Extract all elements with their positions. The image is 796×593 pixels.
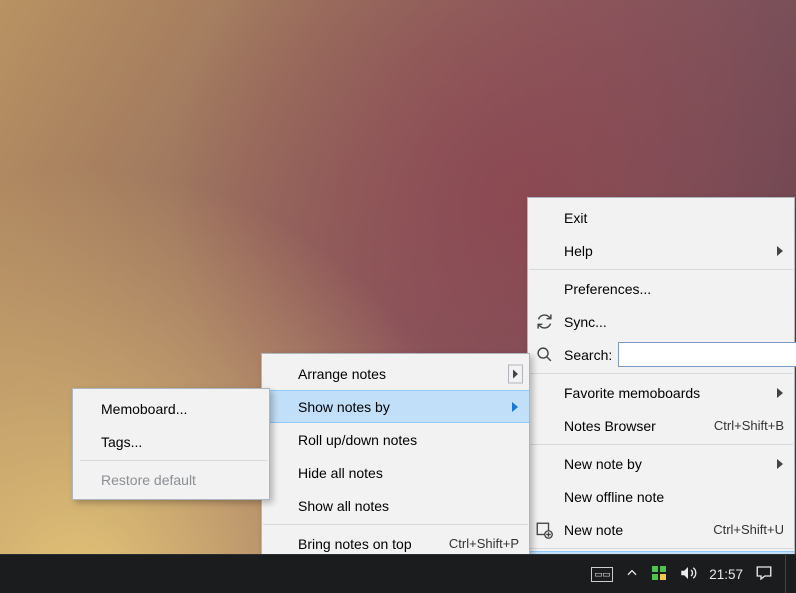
chevron-right-icon (776, 459, 784, 469)
menu-item-new-offline-note[interactable]: New offline note (528, 480, 794, 513)
menu-label: Preferences... (564, 281, 784, 297)
chevron-right-icon (776, 388, 784, 398)
menu-separator (529, 269, 793, 270)
volume-icon[interactable] (679, 564, 697, 585)
menu-shortcut: Ctrl+Shift+U (713, 522, 784, 537)
menu-label: Show all notes (298, 498, 519, 514)
taskbar: ▭▭ 21:57 (0, 554, 796, 593)
menu-label: Tags... (101, 434, 259, 450)
search-label: Search: (564, 347, 612, 363)
menu-label: Roll up/down notes (298, 432, 519, 448)
menu-item-help[interactable]: Help (528, 234, 794, 267)
menu-item-new-note-by[interactable]: New note by (528, 447, 794, 480)
chevron-right-icon (776, 246, 784, 256)
show-notes-by-submenu: Memoboard... Tags... Restore default (72, 388, 270, 500)
menu-label: Bring notes on top (298, 536, 425, 552)
menu-item-sync[interactable]: Sync... (528, 305, 794, 338)
chevron-right-icon (508, 364, 523, 383)
tray-overflow-icon[interactable] (625, 566, 639, 583)
action-center-icon[interactable] (755, 564, 773, 585)
tray-app-icon[interactable] (651, 565, 667, 584)
menu-item-show-notes-by[interactable]: Show notes by (262, 390, 529, 423)
menu-label: Favorite memoboards (564, 385, 784, 401)
search-input[interactable] (618, 342, 796, 367)
menu-item-restore-default: Restore default (79, 463, 269, 496)
menu-label: New note (564, 522, 689, 538)
menu-shortcut: Ctrl+Shift+P (449, 536, 519, 551)
menu-item-memoboard[interactable]: Memoboard... (79, 392, 269, 425)
menu-label: Hide all notes (298, 465, 519, 481)
menu-label: Notes Browser (564, 418, 690, 434)
menu-item-favorite-memoboards[interactable]: Favorite memoboards (528, 376, 794, 409)
menu-item-search: Search: (528, 338, 794, 371)
menu-item-exit[interactable]: Exit (528, 201, 794, 234)
chevron-right-icon (511, 402, 519, 412)
menu-label: Restore default (101, 472, 259, 488)
menu-item-show-all-notes[interactable]: Show all notes (262, 489, 529, 522)
menu-separator (263, 524, 528, 525)
menu-separator (80, 460, 268, 461)
search-icon (528, 338, 560, 371)
taskbar-tray: ▭▭ 21:57 (585, 555, 796, 593)
menu-item-hide-all-notes[interactable]: Hide all notes (262, 456, 529, 489)
menu-label: Arrange notes (298, 366, 519, 382)
menu-item-new-note[interactable]: New note Ctrl+Shift+U (528, 513, 794, 546)
menu-separator (529, 444, 793, 445)
show-desktop-button[interactable] (785, 555, 792, 593)
taskbar-clock[interactable]: 21:57 (709, 567, 743, 582)
menu-label: Show notes by (298, 399, 519, 415)
menu-separator (529, 373, 793, 374)
menu-shortcut: Ctrl+Shift+B (714, 418, 784, 433)
menu-item-roll-notes[interactable]: Roll up/down notes (262, 423, 529, 456)
input-indicator-icon[interactable]: ▭▭ (591, 567, 613, 582)
menu-label: New offline note (564, 489, 784, 505)
menu-label: Exit (564, 210, 784, 226)
menu-label: Help (564, 243, 784, 259)
menu-separator (529, 548, 793, 549)
menu-label: Sync... (564, 314, 784, 330)
new-note-icon (528, 513, 560, 546)
menu-label: Memoboard... (101, 401, 259, 417)
main-context-menu: Exit Help Preferences... Sync... Search: (527, 197, 795, 588)
sync-icon (528, 305, 560, 338)
menu-item-arrange-notes[interactable]: Arrange notes (262, 357, 529, 390)
menu-item-preferences[interactable]: Preferences... (528, 272, 794, 305)
menu-item-tags[interactable]: Tags... (79, 425, 269, 458)
desktop-notes-submenu: Arrange notes Show notes by Roll up/down… (261, 353, 530, 564)
menu-label: New note by (564, 456, 784, 472)
menu-item-notes-browser[interactable]: Notes Browser Ctrl+Shift+B (528, 409, 794, 442)
